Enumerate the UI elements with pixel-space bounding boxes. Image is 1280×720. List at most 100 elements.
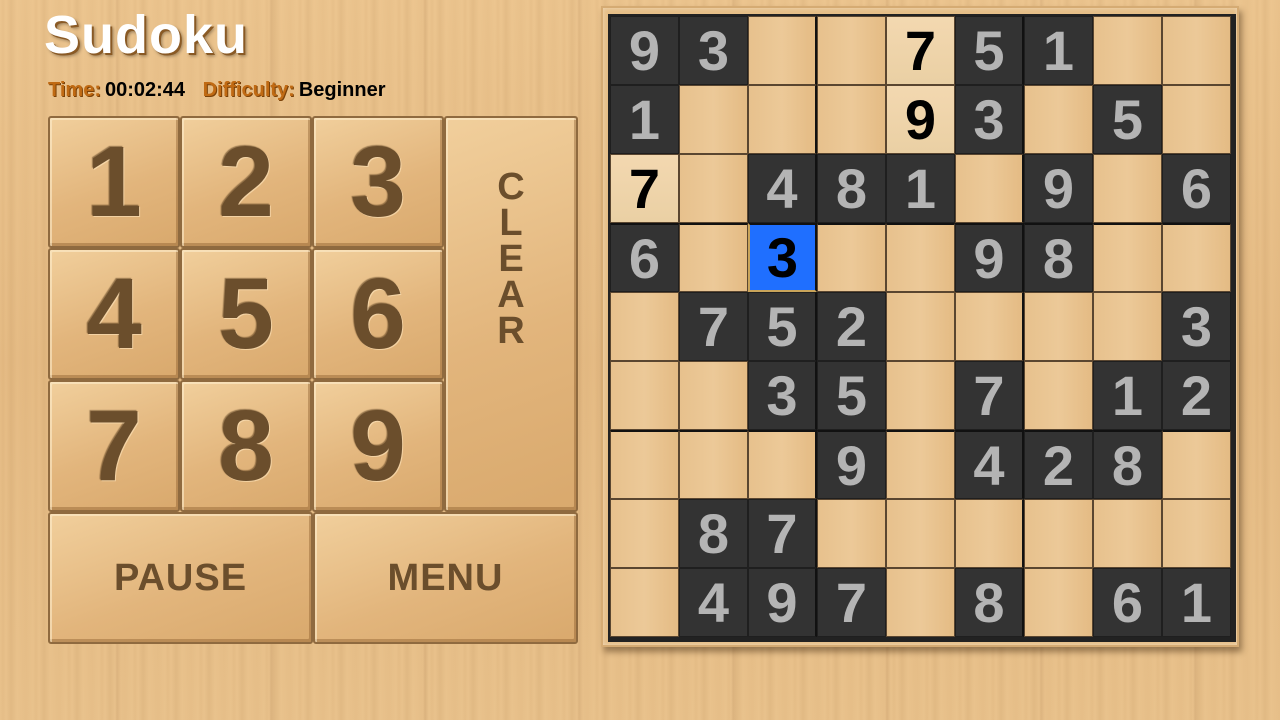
key-2-button[interactable]: 2	[180, 116, 312, 248]
sudoku-cell-r9-c3[interactable]: 9	[748, 568, 817, 637]
sudoku-cell-r2-c7[interactable]	[1024, 85, 1093, 154]
sudoku-cell-r3-c6[interactable]	[955, 154, 1024, 223]
clear-letter: C	[497, 166, 525, 208]
clear-letter: A	[497, 274, 525, 316]
key-4-button[interactable]: 4	[48, 248, 180, 380]
key-5-button[interactable]: 5	[180, 248, 312, 380]
sudoku-cell-r5-c5[interactable]	[886, 292, 955, 361]
sudoku-cell-r8-c2[interactable]: 8	[679, 499, 748, 568]
sudoku-cell-r8-c7[interactable]	[1024, 499, 1093, 568]
key-9-button[interactable]: 9	[312, 380, 444, 512]
sudoku-cell-r7-c3[interactable]	[748, 430, 817, 499]
sudoku-cell-r6-c5[interactable]	[886, 361, 955, 430]
sudoku-cell-r5-c8[interactable]	[1093, 292, 1162, 361]
status-bar: Time: 00:02:44 Difficulty: Beginner	[48, 79, 398, 102]
sudoku-cell-r6-c6[interactable]: 7	[955, 361, 1024, 430]
sudoku-cell-r6-c4[interactable]: 5	[817, 361, 886, 430]
sudoku-cell-r7-c9[interactable]	[1162, 430, 1231, 499]
sudoku-cell-r7-c1[interactable]	[610, 430, 679, 499]
sudoku-cell-r9-c6[interactable]: 8	[955, 568, 1024, 637]
key-6-button[interactable]: 6	[312, 248, 444, 380]
sudoku-cell-r5-c2[interactable]: 7	[679, 292, 748, 361]
sudoku-cell-r3-c7[interactable]: 9	[1024, 154, 1093, 223]
pause-button[interactable]: PAUSE	[48, 512, 313, 644]
sudoku-cell-r1-c6[interactable]: 5	[955, 16, 1024, 85]
sudoku-cell-r4-c1[interactable]: 6	[610, 223, 679, 292]
sudoku-cell-r7-c4[interactable]: 9	[817, 430, 886, 499]
sudoku-cell-r4-c4[interactable]	[817, 223, 886, 292]
sudoku-cell-r4-c6[interactable]: 9	[955, 223, 1024, 292]
sudoku-cell-r6-c7[interactable]	[1024, 361, 1093, 430]
sudoku-cell-r3-c8[interactable]	[1093, 154, 1162, 223]
sudoku-cell-r1-c8[interactable]	[1093, 16, 1162, 85]
sudoku-cell-r2-c3[interactable]	[748, 85, 817, 154]
sudoku-cell-r6-c3[interactable]: 3	[748, 361, 817, 430]
sudoku-cell-r5-c4[interactable]: 2	[817, 292, 886, 361]
number-keypad: 1 2 3 4 5 6 7 8 9 C L E A R PAUSE MENU	[48, 116, 578, 646]
sudoku-cell-r9-c7[interactable]	[1024, 568, 1093, 637]
sudoku-cell-r9-c1[interactable]	[610, 568, 679, 637]
sudoku-cell-r4-c9[interactable]	[1162, 223, 1231, 292]
key-8-button[interactable]: 8	[180, 380, 312, 512]
sudoku-cell-r5-c9[interactable]: 3	[1162, 292, 1231, 361]
sudoku-cell-r9-c8[interactable]: 6	[1093, 568, 1162, 637]
sudoku-cell-r2-c4[interactable]	[817, 85, 886, 154]
sudoku-cell-r8-c1[interactable]	[610, 499, 679, 568]
key-7-button[interactable]: 7	[48, 380, 180, 512]
sudoku-cell-r4-c3[interactable]: 3	[748, 223, 817, 292]
sudoku-cell-r6-c8[interactable]: 1	[1093, 361, 1162, 430]
sudoku-cell-r4-c8[interactable]	[1093, 223, 1162, 292]
sudoku-cell-r7-c8[interactable]: 8	[1093, 430, 1162, 499]
sudoku-cell-r1-c5[interactable]: 7	[886, 16, 955, 85]
sudoku-cell-r5-c7[interactable]	[1024, 292, 1093, 361]
sudoku-cell-r5-c6[interactable]	[955, 292, 1024, 361]
key-1-button[interactable]: 1	[48, 116, 180, 248]
sudoku-cell-r3-c5[interactable]: 1	[886, 154, 955, 223]
sudoku-cell-r9-c9[interactable]: 1	[1162, 568, 1231, 637]
sudoku-cell-r7-c6[interactable]: 4	[955, 430, 1024, 499]
sudoku-cell-r3-c4[interactable]: 8	[817, 154, 886, 223]
clear-letter: E	[498, 238, 524, 280]
sudoku-cell-r5-c3[interactable]: 5	[748, 292, 817, 361]
sudoku-cell-r2-c6[interactable]: 3	[955, 85, 1024, 154]
sudoku-cell-r9-c2[interactable]: 4	[679, 568, 748, 637]
clear-button[interactable]: C L E A R	[444, 116, 578, 512]
key-3-button[interactable]: 3	[312, 116, 444, 248]
sudoku-cell-r2-c2[interactable]	[679, 85, 748, 154]
sudoku-cell-r8-c8[interactable]	[1093, 499, 1162, 568]
sudoku-cell-r3-c3[interactable]: 4	[748, 154, 817, 223]
sudoku-cell-r3-c1[interactable]: 7	[610, 154, 679, 223]
sudoku-cell-r8-c3[interactable]: 7	[748, 499, 817, 568]
sudoku-cell-r1-c7[interactable]: 1	[1024, 16, 1093, 85]
sudoku-cell-r1-c9[interactable]	[1162, 16, 1231, 85]
menu-button[interactable]: MENU	[313, 512, 578, 644]
sudoku-cell-r8-c4[interactable]	[817, 499, 886, 568]
sudoku-cell-r7-c5[interactable]	[886, 430, 955, 499]
sudoku-cell-r8-c9[interactable]	[1162, 499, 1231, 568]
sudoku-cell-r6-c1[interactable]	[610, 361, 679, 430]
sudoku-cell-r2-c8[interactable]: 5	[1093, 85, 1162, 154]
sudoku-cell-r3-c2[interactable]	[679, 154, 748, 223]
sudoku-cell-r3-c9[interactable]: 6	[1162, 154, 1231, 223]
sudoku-cell-r2-c9[interactable]	[1162, 85, 1231, 154]
time-value: 00:02:44	[104, 79, 186, 101]
sudoku-cell-r5-c1[interactable]	[610, 292, 679, 361]
sudoku-cell-r1-c4[interactable]	[817, 16, 886, 85]
sudoku-cell-r2-c1[interactable]: 1	[610, 85, 679, 154]
sudoku-cell-r9-c5[interactable]	[886, 568, 955, 637]
sudoku-cell-r1-c1[interactable]: 9	[610, 16, 679, 85]
sudoku-cell-r8-c5[interactable]	[886, 499, 955, 568]
sudoku-cell-r7-c7[interactable]: 2	[1024, 430, 1093, 499]
sudoku-cell-r8-c6[interactable]	[955, 499, 1024, 568]
time-label: Time:	[48, 79, 101, 101]
sudoku-cell-r1-c2[interactable]: 3	[679, 16, 748, 85]
sudoku-cell-r4-c7[interactable]: 8	[1024, 223, 1093, 292]
sudoku-cell-r1-c3[interactable]	[748, 16, 817, 85]
sudoku-cell-r4-c2[interactable]	[679, 223, 748, 292]
sudoku-cell-r2-c5[interactable]: 9	[886, 85, 955, 154]
sudoku-cell-r7-c2[interactable]	[679, 430, 748, 499]
sudoku-cell-r4-c5[interactable]	[886, 223, 955, 292]
sudoku-cell-r6-c2[interactable]	[679, 361, 748, 430]
sudoku-cell-r6-c9[interactable]: 2	[1162, 361, 1231, 430]
sudoku-cell-r9-c4[interactable]: 7	[817, 568, 886, 637]
